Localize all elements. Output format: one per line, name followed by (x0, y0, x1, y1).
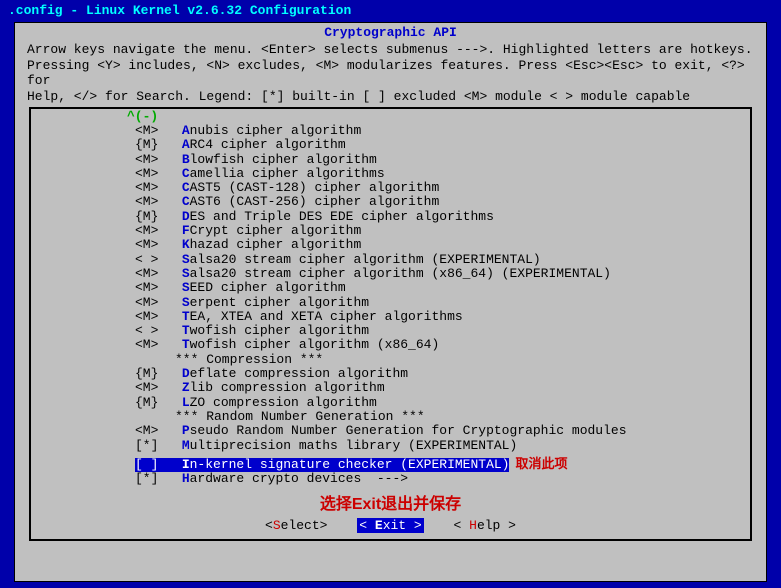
menu-item[interactable]: <M> Serpent cipher algorithm (31, 296, 750, 310)
menu-item[interactable]: <M> Pseudo Random Number Generation for … (31, 424, 750, 438)
menu-item[interactable]: <M> Blowfish cipher algorithm (31, 153, 750, 167)
help-line-1: Arrow keys navigate the menu. <Enter> se… (27, 42, 754, 58)
menu-item[interactable]: <M> SEED cipher algorithm (31, 281, 750, 295)
menu-item[interactable]: < > Salsa20 stream cipher algorithm (EXP… (31, 253, 750, 267)
menu-item[interactable]: <M> Anubis cipher algorithm (31, 124, 750, 138)
menu-item[interactable]: {M} Deflate compression algorithm (31, 367, 750, 381)
menu-item[interactable]: {M} LZO compression algorithm (31, 396, 750, 410)
menu-item[interactable]: <M> Camellia cipher algorithms (31, 167, 750, 181)
help-line-2: Pressing <Y> includes, <N> excludes, <M>… (27, 58, 754, 89)
menu-item[interactable]: [*] Multiprecision maths library (EXPERI… (31, 439, 750, 453)
menu-item[interactable]: <M> FCrypt cipher algorithm (31, 224, 750, 238)
menu-item[interactable]: <M> Salsa20 stream cipher algorithm (x86… (31, 267, 750, 281)
menu-heading: *** Random Number Generation *** (31, 410, 750, 424)
select-button[interactable]: <Select> (263, 518, 329, 533)
annotation-cancel-item: 取消此项 (509, 456, 567, 471)
menu-item[interactable]: <M> CAST6 (CAST-256) cipher algorithm (31, 195, 750, 209)
section-heading: Cryptographic API (15, 23, 766, 40)
menu-item[interactable]: <M> CAST5 (CAST-128) cipher algorithm (31, 181, 750, 195)
menu-list[interactable]: <M> Anubis cipher algorithm{M} ARC4 ciph… (31, 124, 750, 486)
exit-button[interactable]: < Exit > (357, 518, 423, 533)
scroll-up-indicator: ^(-) (31, 109, 750, 124)
menu-item[interactable]: < > Twofish cipher algorithm (31, 324, 750, 338)
menu-item-selected[interactable]: [ ] In-kernel signature checker (EXPERIM… (135, 458, 509, 472)
button-bar: <Select> < Exit > < Help > (31, 514, 750, 533)
menu-frame: ^(-) <M> Anubis cipher algorithm{M} ARC4… (29, 107, 752, 541)
help-text: Arrow keys navigate the menu. <Enter> se… (15, 40, 766, 108)
menu-item[interactable]: <M> Khazad cipher algorithm (31, 238, 750, 252)
menu-item[interactable]: <M> Twofish cipher algorithm (x86_64) (31, 338, 750, 352)
help-line-3: Help, </> for Search. Legend: [*] built-… (27, 89, 754, 105)
menu-item[interactable]: {M} DES and Triple DES EDE cipher algori… (31, 210, 750, 224)
menu-item[interactable]: [*] Hardware crypto devices ---> (31, 472, 750, 486)
window-title: .config - Linux Kernel v2.6.32 Configura… (0, 0, 781, 21)
help-button[interactable]: < Help > (452, 518, 518, 533)
menu-heading: *** Compression *** (31, 353, 750, 367)
menu-item[interactable]: {M} ARC4 cipher algorithm (31, 138, 750, 152)
menu-item[interactable]: <M> Zlib compression algorithm (31, 381, 750, 395)
menu-item[interactable]: <M> TEA, XTEA and XETA cipher algorithms (31, 310, 750, 324)
config-dialog: Cryptographic API Arrow keys navigate th… (14, 22, 767, 582)
annotation-exit-save: 选择Exit退出并保存 (31, 486, 750, 514)
